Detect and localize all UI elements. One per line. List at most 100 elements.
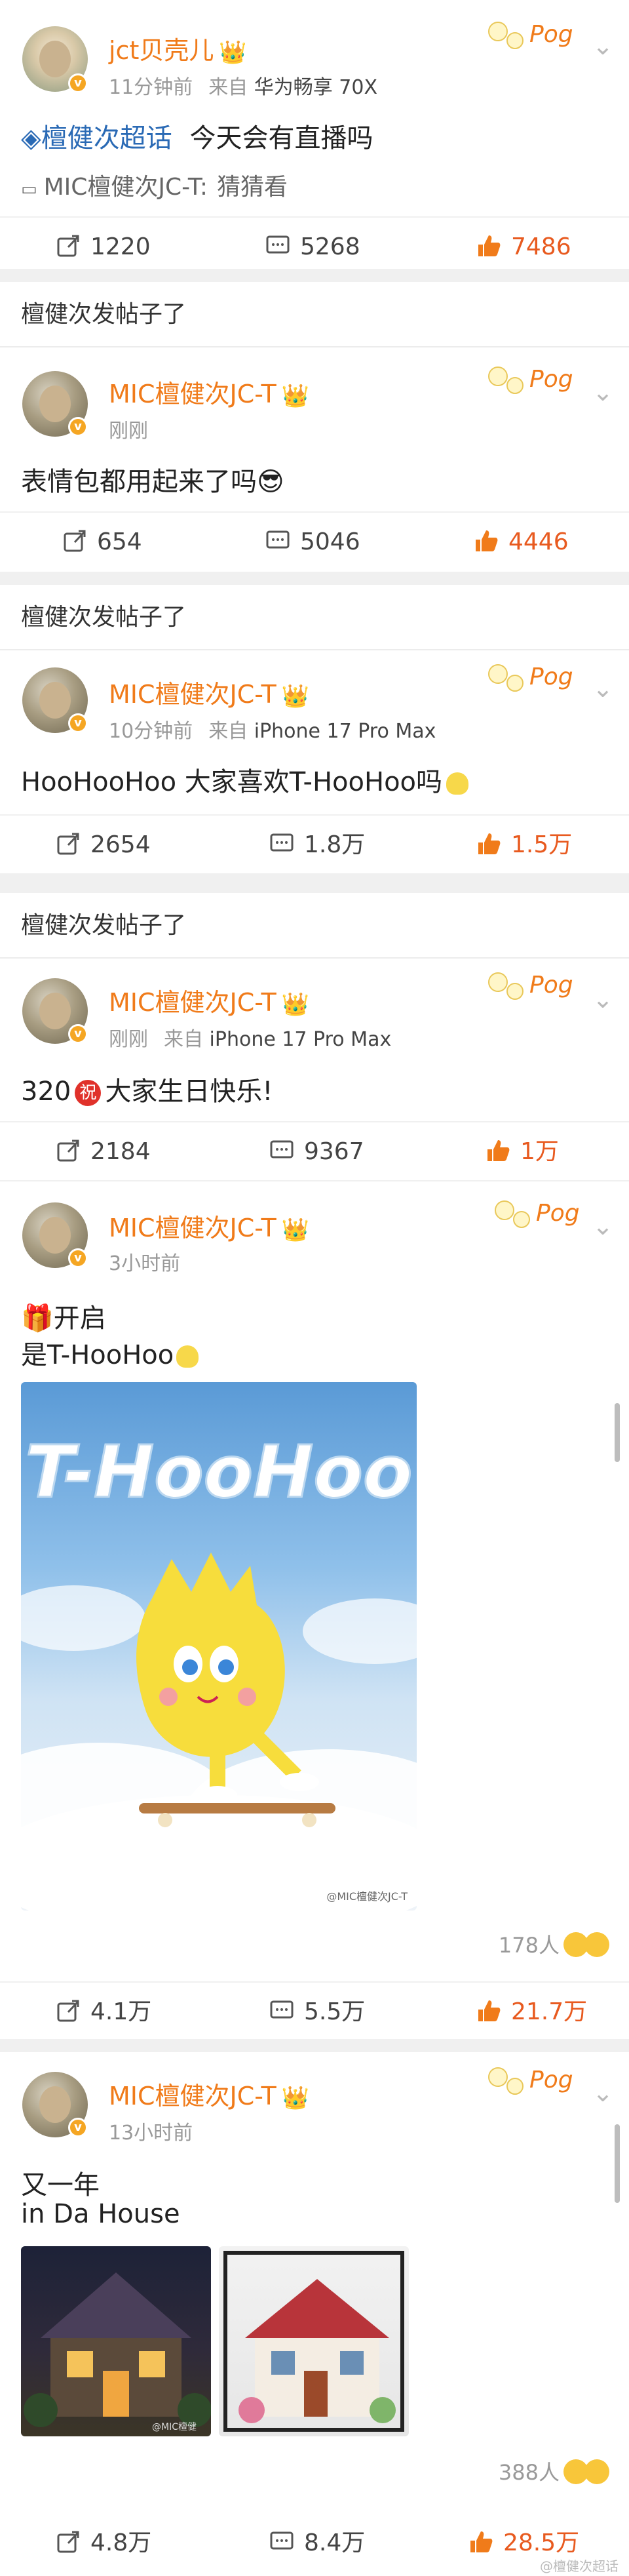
- chevron-down-icon[interactable]: ⌄: [592, 985, 613, 1014]
- reply-user[interactable]: MIC檀健次JC-T:: [44, 174, 208, 201]
- post-image[interactable]: T-HooHoo @MIC檀健次JC-T: [21, 1382, 417, 1911]
- author-name-text[interactable]: MIC檀健次JC-T: [109, 380, 276, 408]
- post-meta: 10分钟前 来自 iPhone 17 Pro Max: [109, 715, 436, 743]
- reaction-count: 388人: [498, 2460, 560, 2485]
- post-meta: 刚刚 来自 iPhone 17 Pro Max: [109, 1023, 391, 1052]
- author-name-text[interactable]: MIC檀健次JC-T: [109, 1214, 276, 1242]
- thumbs-up-icon: [478, 2000, 501, 2021]
- post-body: 320 祝大家生日快乐!: [21, 1070, 273, 1108]
- post-image-2[interactable]: [219, 2246, 409, 2436]
- action-bar: 4.1万 5.5万 21.7万: [0, 1981, 629, 2042]
- repost-icon: [57, 833, 79, 855]
- comment-icon: [270, 2531, 294, 2550]
- thumbs-up-icon: [476, 530, 498, 551]
- comment-button[interactable]: 9367: [269, 1122, 364, 1181]
- repost-count: 2654: [90, 831, 151, 858]
- author-name-text[interactable]: jct贝壳儿: [109, 36, 214, 65]
- thumbs-up-icon: [487, 1140, 510, 1161]
- author-name[interactable]: MIC檀健次JC-T 👑: [109, 2076, 309, 2112]
- post-time: 11分钟前: [109, 76, 193, 99]
- verified-badge-icon: v: [68, 417, 88, 437]
- repost-button[interactable]: 654: [62, 513, 142, 572]
- comment-count: 5.5万: [304, 1998, 366, 2025]
- reply-line[interactable]: ▭ MIC檀健次JC-T: 猜猜看: [21, 168, 288, 202]
- reaction-summary[interactable]: 388人: [499, 2456, 609, 2486]
- author-name-text[interactable]: MIC檀健次JC-T: [109, 988, 276, 1017]
- like-button[interactable]: 7486: [476, 218, 571, 277]
- body-text-2: 大家生日快乐!: [105, 1077, 273, 1107]
- thumbs-up-icon: [470, 2531, 493, 2552]
- author-name[interactable]: jct贝壳儿 👑: [109, 30, 247, 66]
- chevron-down-icon[interactable]: ⌄: [592, 378, 613, 406]
- like-count: 1.5万: [511, 831, 573, 858]
- like-button[interactable]: 1万: [485, 1122, 559, 1181]
- post-card: v MIC檀健次JC-T 👑 刚刚 Pog ⌄ 表情包都用起来了吗😎 654 50…: [0, 347, 629, 572]
- body-text-2: 是T-HooHoo: [21, 1340, 174, 1370]
- comment-icon: [266, 235, 290, 254]
- comment-button[interactable]: 1.8万: [269, 816, 365, 875]
- author-name-text[interactable]: MIC檀健次JC-T: [109, 680, 276, 709]
- pog-sticker-icon: Pog: [488, 21, 573, 49]
- group-title: 檀健次发帖子了: [0, 893, 629, 959]
- topic-text[interactable]: 檀健次超话: [41, 123, 172, 153]
- chevron-down-icon[interactable]: ⌄: [592, 31, 613, 60]
- post-time: 刚刚: [109, 1028, 148, 1051]
- comment-button[interactable]: 5.5万: [269, 1983, 365, 2042]
- hoohoo-illustration: T-HooHoo @MIC檀健次JC-T: [21, 1429, 417, 1911]
- image-watermark: @MIC檀健次JC-T: [326, 1890, 408, 1903]
- post-card: v MIC檀健次JC-T 👑 10分钟前 来自 iPhone 17 Pro Max …: [0, 650, 629, 875]
- sticker-text: Pog: [529, 972, 573, 999]
- repost-icon: [57, 1139, 79, 1162]
- comment-button[interactable]: 8.4万: [269, 2514, 365, 2573]
- group-title: 檀健次发帖子了: [0, 585, 629, 650]
- like-button[interactable]: 4446: [473, 513, 569, 572]
- chevron-down-icon[interactable]: ⌄: [592, 1212, 613, 1240]
- scrollbar[interactable]: [615, 1403, 620, 1462]
- repost-button[interactable]: 1220: [55, 218, 151, 277]
- repost-button[interactable]: 2654: [55, 816, 151, 875]
- repost-icon: [64, 530, 86, 552]
- like-count: 4446: [508, 528, 569, 555]
- chevron-down-icon[interactable]: ⌄: [592, 674, 613, 703]
- repost-button[interactable]: 4.8万: [55, 2514, 151, 2573]
- thumbs-up-icon: [478, 235, 501, 256]
- post-card: v MIC檀健次JC-T 👑 刚刚 来自 iPhone 17 Pro Max Pog…: [0, 959, 629, 1181]
- sticker-text: Pog: [529, 664, 573, 690]
- source-prefix: 来自: [208, 720, 248, 743]
- repost-button[interactable]: 2184: [55, 1122, 151, 1181]
- comment-button[interactable]: 5046: [265, 513, 360, 572]
- laugh-emoji-icon: [584, 1932, 609, 1957]
- post-image-1[interactable]: @MIC檀健: [21, 2246, 211, 2436]
- image-title: T-HooHoo: [26, 1430, 413, 1514]
- pog-sticker-icon: Pog: [488, 972, 573, 1000]
- like-count: 1万: [520, 1138, 559, 1165]
- laugh-emoji-icon: [584, 2459, 609, 2484]
- comment-count: 5046: [300, 528, 360, 555]
- author-name[interactable]: MIC檀健次JC-T 👑: [109, 674, 309, 710]
- like-button[interactable]: 1.5万: [476, 816, 572, 875]
- divider: [0, 2039, 629, 2052]
- author-name[interactable]: MIC檀健次JC-T 👑: [109, 982, 309, 1018]
- comment-count: 5268: [300, 233, 360, 260]
- comment-button[interactable]: 5268: [265, 218, 360, 277]
- body-text: 表情包都用起来了吗😎: [21, 467, 284, 497]
- author-name[interactable]: MIC檀健次JC-T 👑: [109, 374, 309, 410]
- celebrate-badge-icon: 祝: [75, 1080, 102, 1106]
- scrollbar[interactable]: [615, 2124, 620, 2203]
- topic-link[interactable]: ◈檀健次超话: [21, 123, 172, 153]
- comment-icon: [266, 530, 290, 549]
- post-body-line1: 🎁开启: [21, 1297, 106, 1335]
- like-count: 28.5万: [503, 2529, 580, 2556]
- badge-text: 祝: [79, 1083, 97, 1103]
- author-name[interactable]: MIC檀健次JC-T 👑: [109, 1208, 309, 1244]
- chevron-down-icon[interactable]: ⌄: [592, 2078, 613, 2107]
- source-prefix: 来自: [164, 1028, 203, 1051]
- repost-button[interactable]: 4.1万: [55, 1983, 151, 2042]
- comment-icon: [270, 1140, 294, 1159]
- author-name-text[interactable]: MIC檀健次JC-T: [109, 2082, 276, 2110]
- post-time: 10分钟前: [109, 720, 193, 743]
- like-button[interactable]: 21.7万: [476, 1983, 587, 2042]
- action-bar: 1220 5268 7486: [0, 216, 629, 277]
- footer-watermark: @檀健次超话: [540, 2556, 619, 2575]
- reaction-summary[interactable]: 178人: [499, 1929, 609, 1959]
